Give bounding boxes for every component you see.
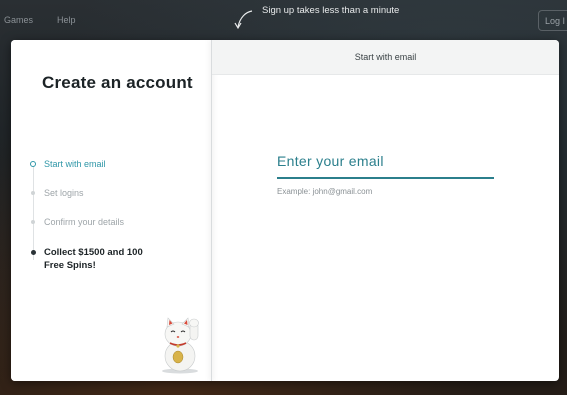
- step-collect-bonus: Collect $1500 and 100 Free Spins!: [44, 247, 143, 271]
- step-indicator-pending: [31, 191, 35, 195]
- modal-title: Create an account: [42, 73, 193, 92]
- curved-arrow-icon: [234, 10, 253, 30]
- top-navigation-bar: Games Help Log I Sign up takes less than…: [0, 0, 567, 40]
- signup-modal: Create an account Start with email Set l…: [11, 40, 559, 381]
- step-indicator-active: [30, 161, 36, 167]
- step-indicator-pending: [31, 220, 35, 224]
- form-header: Start with email: [212, 40, 559, 75]
- signup-hint-text: Sign up takes less than a minute: [262, 5, 400, 16]
- email-field-label: Enter your email: [277, 153, 384, 169]
- nav-link-games[interactable]: Games: [4, 15, 33, 25]
- lucky-cat-icon: [162, 317, 199, 374]
- form-header-label: Start with email: [354, 52, 417, 62]
- email-example-hint: Example: john@gmail.com: [277, 187, 373, 196]
- nav-link-help[interactable]: Help: [57, 15, 76, 25]
- step-confirm-details: Confirm your details: [44, 217, 125, 227]
- step-set-logins: Set logins: [44, 188, 84, 198]
- login-button[interactable]: Log I: [538, 10, 567, 31]
- steps-panel: Create an account Start with email Set l…: [11, 40, 211, 381]
- steps-progress-line: [33, 164, 34, 260]
- step-start-with-email: Start with email: [44, 159, 106, 169]
- step-indicator-reward: [31, 250, 36, 255]
- panel-divider: [211, 40, 212, 381]
